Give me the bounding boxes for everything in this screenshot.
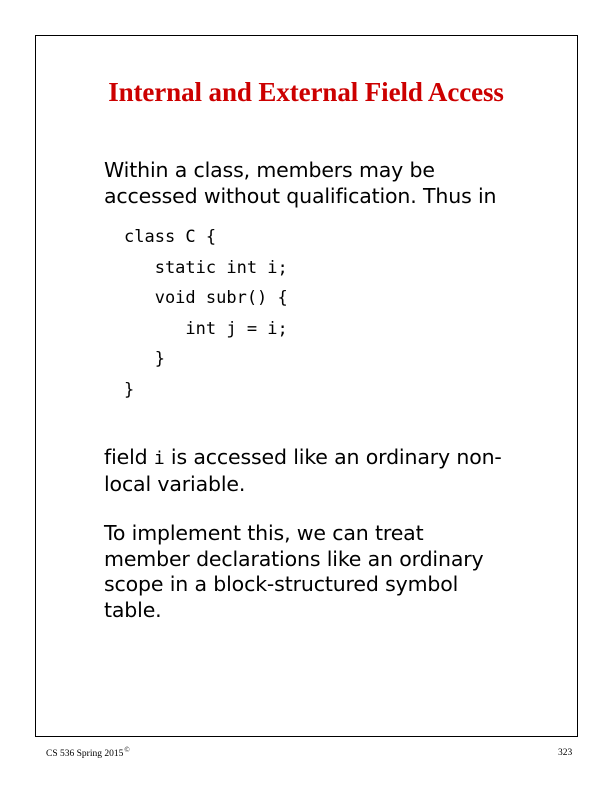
inline-code-identifier: i [153, 448, 165, 469]
code-line-int-j: int j = i; [124, 318, 288, 339]
field-access-paragraph: field i is accessed like an ordinary non… [104, 445, 552, 497]
page-title: Internal and External Field Access [108, 77, 504, 107]
field-text-prefix: field [104, 445, 154, 469]
page-number: 323 [558, 748, 573, 758]
copyright-icon: © [124, 746, 130, 754]
footer-credit-text: CS 536 Spring 2015 [46, 749, 124, 760]
code-line-class-open: class C { [124, 227, 217, 247]
footer-credit: CS 536 Spring 2015© [46, 746, 130, 759]
code-line-void-subr: void subr() { [124, 288, 288, 308]
implementation-paragraph: To implement this, we can treat member d… [104, 521, 484, 622]
code-line-static-int: static int i; [124, 257, 288, 278]
slide-content: Within a class, members may be accessed … [104, 158, 552, 623]
code-line-inner-close: } [124, 349, 165, 369]
intro-paragraph: Within a class, members may be accessed … [104, 158, 497, 208]
slide-frame: Internal and External Field Access Withi… [35, 35, 578, 737]
field-text-suffix: is accessed like an ordinary non- local … [104, 445, 502, 496]
code-line-outer-close: } [124, 379, 135, 400]
slide-page: { "slide": { "title": "Internal and Exte… [0, 0, 612, 792]
